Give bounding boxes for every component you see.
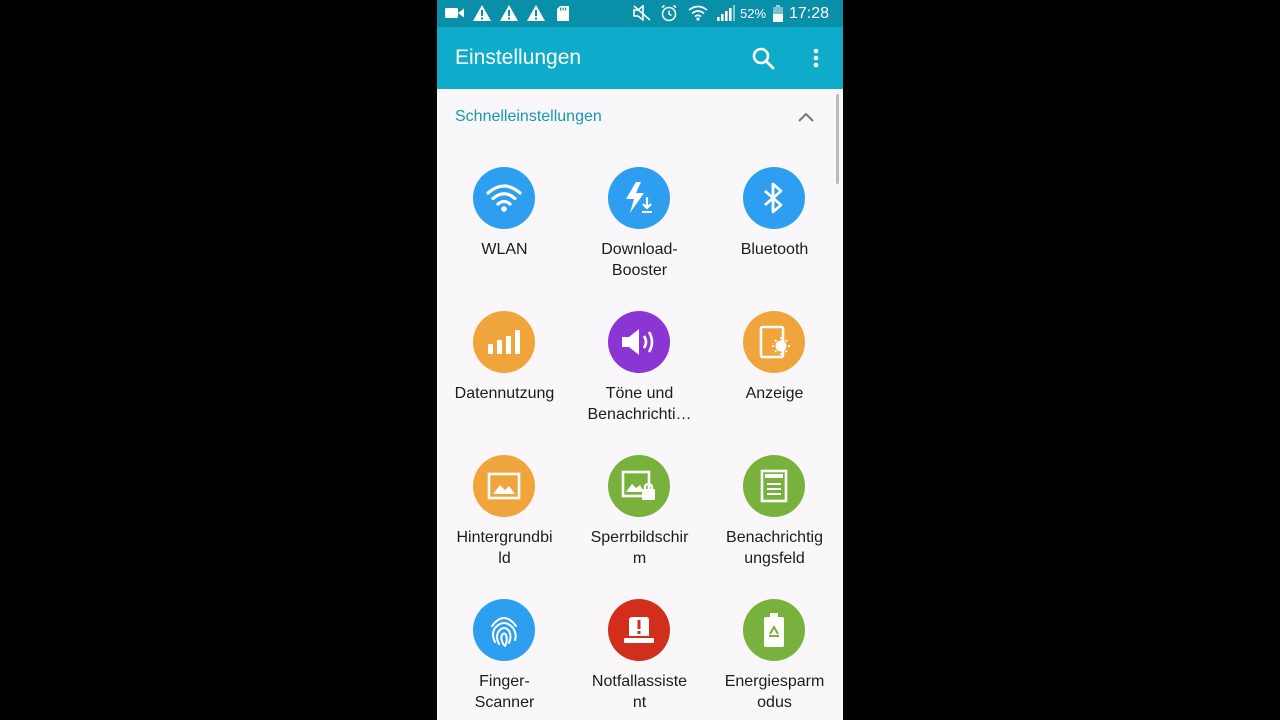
tile-emergency[interactable]: Notfallassiste nt bbox=[572, 599, 707, 720]
wifi-icon bbox=[687, 4, 709, 22]
sd-card-icon bbox=[555, 4, 571, 22]
tile-display[interactable]: Anzeige bbox=[707, 311, 842, 449]
tile-label: Notfallassiste nt bbox=[591, 673, 688, 711]
tile-label: WLAN bbox=[481, 241, 528, 258]
data-usage-icon bbox=[473, 311, 535, 373]
fingerprint-icon bbox=[473, 599, 535, 661]
clock: 17:28 bbox=[789, 5, 830, 22]
battery-percent: 52% bbox=[740, 6, 767, 21]
warning-icon bbox=[526, 4, 546, 22]
search-button[interactable] bbox=[747, 42, 779, 74]
sound-icon bbox=[608, 311, 670, 373]
tile-notification-panel[interactable]: Benachrichtig ungsfeld bbox=[707, 455, 842, 593]
tile-bluetooth[interactable]: Bluetooth bbox=[707, 167, 842, 305]
tile-label: Finger- Scanner bbox=[474, 673, 535, 711]
bluetooth-icon bbox=[743, 167, 805, 229]
quick-settings-header[interactable]: Schnelleinstellungen bbox=[437, 89, 843, 145]
tile-download-booster[interactable]: Download- Booster bbox=[572, 167, 707, 305]
tile-label: Töne und Benachrichti… bbox=[587, 385, 692, 423]
chevron-up-icon bbox=[797, 112, 815, 123]
power-saving-icon bbox=[743, 599, 805, 661]
tile-label: Bluetooth bbox=[740, 241, 809, 258]
signal-icon bbox=[716, 4, 736, 22]
tile-data-usage[interactable]: Datennutzung bbox=[437, 311, 572, 449]
tile-finger-scanner[interactable]: Finger- Scanner bbox=[437, 599, 572, 720]
battery-icon bbox=[771, 4, 785, 22]
tile-label: Benachrichtig ungsfeld bbox=[726, 529, 823, 567]
warning-icon bbox=[472, 4, 492, 22]
section-title: Schnelleinstellungen bbox=[455, 108, 602, 125]
tile-lockscreen[interactable]: Sperrbildschir m bbox=[572, 455, 707, 593]
alarm-icon bbox=[659, 4, 679, 22]
warning-icon bbox=[499, 4, 519, 22]
display-icon bbox=[743, 311, 805, 373]
tile-label: Energiesparm odus bbox=[724, 673, 825, 711]
download-booster-icon bbox=[608, 167, 670, 229]
tile-label: Hintergrundbi ld bbox=[456, 529, 553, 567]
tile-wlan[interactable]: WLAN bbox=[437, 167, 572, 305]
emergency-icon bbox=[608, 599, 670, 661]
tile-wallpaper[interactable]: Hintergrundbi ld bbox=[437, 455, 572, 593]
phone-screen: 52% 17:28 Einstellungen Schnelleinstellu… bbox=[437, 0, 843, 720]
search-icon bbox=[751, 46, 775, 70]
wallpaper-icon bbox=[473, 455, 535, 517]
tile-sounds[interactable]: Töne und Benachrichti… bbox=[572, 311, 707, 449]
more-options-button[interactable] bbox=[803, 42, 829, 74]
wifi-icon bbox=[473, 167, 535, 229]
notification-panel-icon bbox=[743, 455, 805, 517]
page-title: Einstellungen bbox=[455, 46, 582, 69]
collapse-button[interactable] bbox=[793, 105, 819, 129]
tile-label: Anzeige bbox=[745, 385, 804, 402]
tile-label: Datennutzung bbox=[454, 385, 555, 402]
video-camera-icon bbox=[445, 4, 465, 22]
more-vert-icon bbox=[813, 48, 819, 68]
tile-label: Sperrbildschir m bbox=[590, 529, 689, 567]
tile-label: Download- Booster bbox=[601, 241, 678, 279]
app-bar: Einstellungen bbox=[437, 27, 843, 89]
lockscreen-icon bbox=[608, 455, 670, 517]
tile-power-saving[interactable]: Energiesparm odus bbox=[707, 599, 842, 720]
mute-icon bbox=[632, 4, 652, 22]
status-bar: 52% 17:28 bbox=[437, 0, 843, 27]
